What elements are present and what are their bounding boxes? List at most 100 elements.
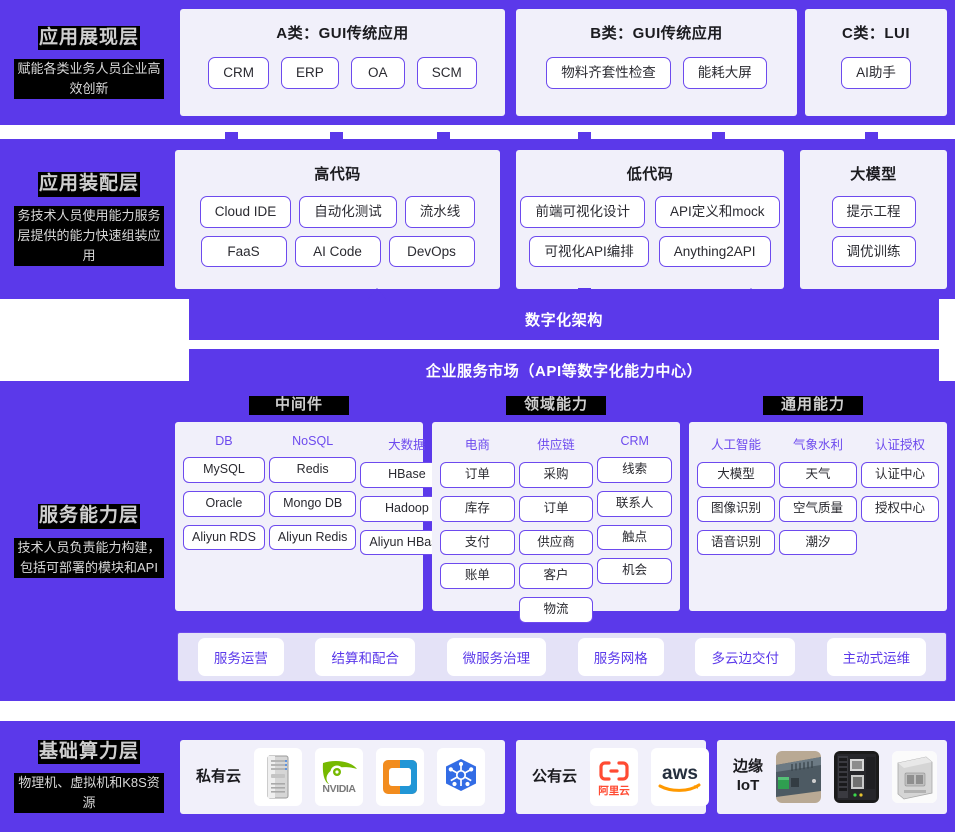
layer-description: 赋能各类业务人员企业高效创新 <box>14 59 164 99</box>
infra-label-private-cloud: 私有云 <box>196 768 241 787</box>
app-group-a-chips: CRM ERP OA SCM <box>180 57 505 89</box>
assembly-chip-tuning-training[interactable]: 调优训练 <box>832 236 916 268</box>
svg-text:NVIDIA: NVIDIA <box>322 783 356 795</box>
service-chip-authorization-center[interactable]: 授权中心 <box>861 496 939 522</box>
assembly-chip-faas[interactable]: FaaS <box>201 236 287 268</box>
assembly-chip-ai-code[interactable]: AI Code <box>295 236 381 268</box>
service-column-db: DB MySQL Oracle Aliyun RDS <box>183 434 265 555</box>
app-chip-oa[interactable]: OA <box>351 57 405 89</box>
service-chip-tide[interactable]: 潮汐 <box>779 530 857 556</box>
assembly-large-model-row1: 提示工程 <box>800 196 947 228</box>
layer-title: 应用装配层 <box>38 172 140 197</box>
assembly-large-model-row2: 调优训练 <box>800 236 947 268</box>
ops-chip-settlement-coordination[interactable]: 结算和配合 <box>315 638 415 676</box>
app-group-b-title: B类：GUI传统应用 <box>516 9 797 43</box>
layer-description: 务技术人员使用能力服务层提供的能力快速组装应用 <box>14 206 164 266</box>
service-chip-weather[interactable]: 天气 <box>779 462 857 488</box>
assembly-chip-api-definition-mock[interactable]: API定义和mock <box>655 196 780 228</box>
service-column-weather-water: 气象水利 天气 空气质量 潮汐 <box>779 434 857 555</box>
service-chip-supply-order[interactable]: 订单 <box>519 496 594 522</box>
app-group-a: A类：GUI传统应用 CRM ERP OA SCM <box>180 9 505 116</box>
layer-label-service-capability: 服务能力层 技术人员负责能力构建，包括可部署的模块和API <box>0 381 178 701</box>
assembly-low-code-row2: 可视化API编排 Anything2API <box>516 236 784 268</box>
service-columns-domain: 电商 订单 库存 支付 账单 供应链 采购 订单 供应商 客户 物流 CRM 线… <box>432 422 680 633</box>
service-chip-procurement[interactable]: 采购 <box>519 462 594 488</box>
assembly-chip-visual-api-orchestration[interactable]: 可视化API编排 <box>529 236 648 268</box>
layer-title: 应用展现层 <box>38 26 140 51</box>
service-column-auth: 认证授权 认证中心 授权中心 <box>861 434 939 555</box>
service-column-head: 供应链 <box>537 434 575 453</box>
service-chip-speech-recognition[interactable]: 语音识别 <box>697 530 775 556</box>
service-card-middleware: DB MySQL Oracle Aliyun RDS NoSQL Redis M… <box>175 422 423 611</box>
layer-description: 技术人员负责能力构建，包括可部署的模块和API <box>14 538 164 578</box>
assembly-chip-prompt-engineering[interactable]: 提示工程 <box>832 196 916 228</box>
service-chip-inventory[interactable]: 库存 <box>440 496 515 522</box>
app-chip-scm[interactable]: SCM <box>417 57 477 89</box>
nvidia-logo: NVIDIA <box>315 748 363 806</box>
layer-label-infrastructure: 基础算力层 物理机、虚拟机和K8S资源 <box>0 721 178 832</box>
service-chip-opportunity[interactable]: 机会 <box>597 558 672 584</box>
service-column-crm: CRM 线索 联系人 触点 机会 <box>597 434 672 623</box>
assembly-chip-anything2api[interactable]: Anything2API <box>659 236 771 268</box>
service-chip-mongo-db[interactable]: Mongo DB <box>269 491 356 517</box>
ops-chip-service-operation[interactable]: 服务运营 <box>198 638 284 676</box>
service-chip-aliyun-rds[interactable]: Aliyun RDS <box>183 525 265 551</box>
service-card-general-capability: 人工智能 大模型 图像识别 语音识别 气象水利 天气 空气质量 潮汐 认证授权 … <box>689 422 947 611</box>
service-chip-contact[interactable]: 联系人 <box>597 491 672 517</box>
aws-logo: aws <box>651 748 709 806</box>
infra-label-edge-iot-line2: IoT <box>733 777 763 796</box>
assembly-chip-cloud-ide[interactable]: Cloud IDE <box>200 196 292 228</box>
service-column-head: CRM <box>620 434 648 448</box>
service-chip-mysql[interactable]: MySQL <box>183 457 265 483</box>
app-chip-energy-dashboard[interactable]: 能耗大屏 <box>683 57 767 89</box>
aliyun-logo: 阿里云 <box>590 748 638 806</box>
app-group-c-title: C类：LUI <box>805 9 947 43</box>
connector-arrow-up <box>742 288 760 299</box>
app-group-b-chips: 物料齐套性检查 能耗大屏 <box>516 57 797 89</box>
service-chip-redis[interactable]: Redis <box>269 457 356 483</box>
app-chip-erp[interactable]: ERP <box>281 57 339 89</box>
service-chip-air-quality[interactable]: 空气质量 <box>779 496 857 522</box>
svg-text:aws: aws <box>662 763 698 784</box>
service-chip-image-recognition[interactable]: 图像识别 <box>697 496 775 522</box>
assembly-high-code-row1: Cloud IDE 自动化测试 流水线 <box>175 196 500 228</box>
assembly-chip-pipeline[interactable]: 流水线 <box>405 196 476 228</box>
service-chip-payment[interactable]: 支付 <box>440 530 515 556</box>
service-chip-order[interactable]: 订单 <box>440 462 515 488</box>
app-group-b: B类：GUI传统应用 物料齐套性检查 能耗大屏 <box>516 9 797 116</box>
din-rail-module-photo <box>892 751 937 803</box>
ops-chip-proactive-ops[interactable]: 主动式运维 <box>827 638 927 676</box>
service-chip-logistics[interactable]: 物流 <box>519 597 594 623</box>
service-chip-large-model[interactable]: 大模型 <box>697 462 775 488</box>
infra-label-edge-iot: 边缘 IoT <box>733 758 763 796</box>
service-chip-lead[interactable]: 线索 <box>597 457 672 483</box>
app-chip-ai-assistant[interactable]: AI助手 <box>841 57 911 89</box>
app-chip-crm[interactable]: CRM <box>208 57 269 89</box>
service-group-header-middleware: 中间件 <box>249 396 349 415</box>
assembly-large-model-title: 大模型 <box>800 150 947 184</box>
assembly-high-code-title: 高代码 <box>175 150 500 184</box>
service-chip-customer[interactable]: 客户 <box>519 563 594 589</box>
app-group-c-chips: AI助手 <box>805 57 947 89</box>
bar-enterprise-service-market-label: 企业服务市场（API等数字化能力中心） <box>426 360 702 381</box>
ops-chip-multicloud-edge-delivery[interactable]: 多云边交付 <box>695 638 795 676</box>
service-chip-supplier[interactable]: 供应商 <box>519 530 594 556</box>
infra-card-private-cloud: 私有云 <box>180 740 505 814</box>
layer-label-application-presentation: 应用展现层 赋能各类业务人员企业高效创新 <box>0 0 178 125</box>
service-chip-aliyun-redis[interactable]: Aliyun Redis <box>269 525 356 551</box>
ops-chip-microservice-governance[interactable]: 微服务治理 <box>447 638 547 676</box>
ops-chip-service-mesh[interactable]: 服务网格 <box>578 638 664 676</box>
service-columns-general: 人工智能 大模型 图像识别 语音识别 气象水利 天气 空气质量 潮汐 认证授权 … <box>689 422 947 565</box>
service-chip-auth-center[interactable]: 认证中心 <box>861 462 939 488</box>
assembly-chip-automated-testing[interactable]: 自动化测试 <box>299 196 397 228</box>
assembly-chip-frontend-visual-design[interactable]: 前端可视化设计 <box>520 196 645 228</box>
service-chip-touchpoint[interactable]: 触点 <box>597 525 672 551</box>
assembly-high-code-row2: FaaS AI Code DevOps <box>175 236 500 268</box>
layer-title: 基础算力层 <box>38 740 140 765</box>
service-chip-bill[interactable]: 账单 <box>440 563 515 589</box>
service-chip-oracle[interactable]: Oracle <box>183 491 265 517</box>
assembly-chip-devops[interactable]: DevOps <box>389 236 475 268</box>
service-column-head: 电商 <box>465 434 490 453</box>
service-column-head: 认证授权 <box>875 434 925 453</box>
app-chip-material-kit-check[interactable]: 物料齐套性检查 <box>546 57 671 89</box>
